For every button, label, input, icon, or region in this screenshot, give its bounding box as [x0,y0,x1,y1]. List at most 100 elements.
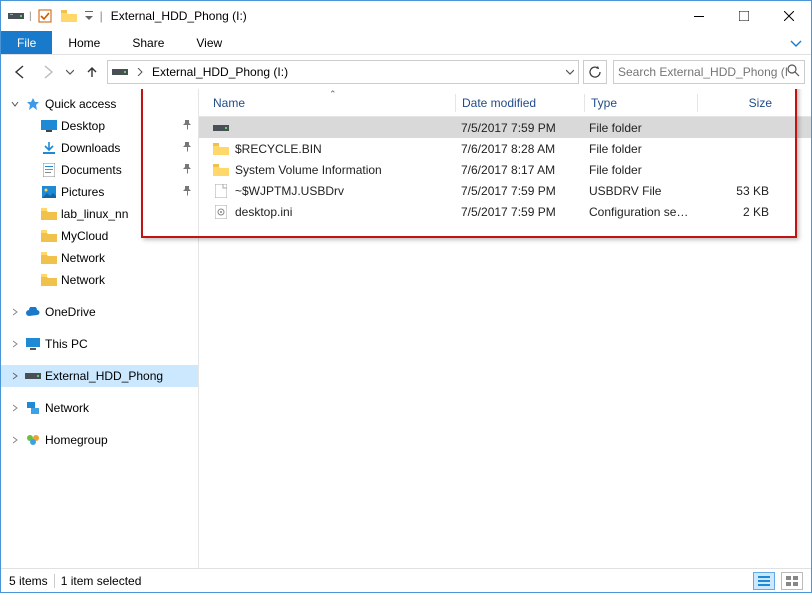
tree-pictures[interactable]: Pictures [1,181,198,203]
chevron-right-icon[interactable] [9,402,21,414]
tree-label: OneDrive [45,305,96,319]
file-date: 7/5/2017 7:59 PM [455,121,583,135]
table-row[interactable]: System Volume Information 7/6/2017 8:17 A… [199,159,811,180]
tree-label: MyCloud [61,229,108,243]
chevron-right-icon[interactable] [132,61,148,83]
file-date: 7/6/2017 8:17 AM [455,163,583,177]
address-bar[interactable]: External_HDD_Phong (I:) [107,60,579,84]
view-details-button[interactable] [753,572,775,590]
maximize-button[interactable] [721,1,766,31]
col-date[interactable]: Date modified [456,89,584,116]
col-type[interactable]: Type [585,89,697,116]
chevron-right-icon[interactable] [9,370,21,382]
file-date: 7/5/2017 7:59 PM [455,205,583,219]
tree-network[interactable]: Network [1,397,198,419]
downloads-icon [41,140,57,156]
table-row[interactable]: ~$WJPTMJ.USBDrv7/5/2017 7:59 PMUSBDRV Fi… [199,180,811,201]
file-type: File folder [583,163,695,177]
status-bar: 5 items 1 item selected [1,568,811,592]
recent-locations[interactable] [63,59,77,85]
status-selected: 1 item selected [61,574,142,588]
tree-label: Network [61,251,105,265]
tree-quick-access[interactable]: Quick access [1,93,198,115]
chevron-down-icon[interactable] [9,98,21,110]
file-type: Configuration sett... [583,205,695,219]
tree-label: lab_linux_nn [61,207,128,221]
file-type: File folder [583,121,695,135]
tab-file[interactable]: File [1,31,52,54]
close-button[interactable] [766,1,811,31]
crumb-location[interactable]: External_HDD_Phong (I:) [148,61,292,83]
tree-downloads[interactable]: Downloads [1,137,198,159]
tree-label: Network [45,401,89,415]
search-input[interactable] [618,65,787,79]
ini-icon [213,204,229,220]
tree-lab-linux[interactable]: lab_linux_nn [1,203,198,225]
drive-icon [5,5,27,27]
pin-icon [182,163,192,177]
folder-icon [41,228,57,244]
ribbon-expand[interactable] [781,31,811,54]
folder-icon [213,141,229,157]
chevron-right-icon[interactable] [9,434,21,446]
up-button[interactable] [79,59,105,85]
table-row[interactable]: 7/5/2017 7:59 PMFile folder [199,117,811,138]
tree-label: Downloads [61,141,120,155]
file-name: ~$WJPTMJ.USBDrv [235,184,344,198]
view-large-button[interactable] [781,572,803,590]
tree-desktop[interactable]: Desktop [1,115,198,137]
minimize-button[interactable] [676,1,721,31]
forward-button[interactable] [35,59,61,85]
pin-icon [182,141,192,155]
tree-label: This PC [45,337,88,351]
tree-homegroup[interactable]: Homegroup [1,429,198,451]
table-row[interactable]: $RECYCLE.BIN 7/6/2017 8:28 AMFile folder [199,138,811,159]
file-type: USBDRV File [583,184,695,198]
star-icon [25,96,41,112]
tree-network-1[interactable]: Network [1,247,198,269]
back-button[interactable] [7,59,33,85]
qat-dropdown[interactable] [82,5,96,27]
tree-mycloud[interactable]: MyCloud [1,225,198,247]
file-size: 2 KB [695,205,775,219]
file-type: File folder [583,142,695,156]
tree-onedrive[interactable]: OneDrive [1,301,198,323]
file-name: System Volume Information [235,163,382,177]
col-size[interactable]: Size [698,89,778,116]
search-box[interactable] [613,60,805,84]
tree-label: External_HDD_Phong [45,369,163,383]
tab-home[interactable]: Home [52,31,116,54]
tree-label: Pictures [61,185,104,199]
folder-icon [41,206,57,222]
tree-label: Documents [61,163,122,177]
tab-share[interactable]: Share [116,31,180,54]
tree-label: Desktop [61,119,105,133]
folder-icon [41,250,57,266]
sort-indicator: ⌃ [329,89,337,100]
qat-properties[interactable] [34,5,56,27]
file-name: desktop.ini [235,205,292,219]
onedrive-icon [25,304,41,320]
search-icon[interactable] [787,64,800,80]
chevron-right-icon[interactable] [9,306,21,318]
tree-label: Quick access [45,97,116,111]
desktop-icon [41,118,57,134]
tree-network-2[interactable]: Network [1,269,198,291]
rows-container: 7/5/2017 7:59 PMFile folder$RECYCLE.BIN7… [199,117,811,568]
pictures-icon [41,184,57,200]
crumb-drive[interactable] [108,61,132,83]
tab-view[interactable]: View [180,31,238,54]
file-icon [213,183,229,199]
network-icon [25,400,41,416]
titlebar: | | External_HDD_Phong (I:) [1,1,811,31]
tree-this-pc[interactable]: This PC [1,333,198,355]
table-row[interactable]: desktop.ini 7/5/2017 7:59 PMConfiguration… [199,201,811,222]
chevron-right-icon[interactable] [9,338,21,350]
tree-label: Network [61,273,105,287]
file-name: $RECYCLE.BIN [235,142,322,156]
file-date: 7/6/2017 8:28 AM [455,142,583,156]
tree-ext-hdd[interactable]: External_HDD_Phong [1,365,198,387]
refresh-button[interactable] [583,60,607,84]
address-dropdown[interactable] [560,61,578,83]
tree-documents[interactable]: Documents [1,159,198,181]
